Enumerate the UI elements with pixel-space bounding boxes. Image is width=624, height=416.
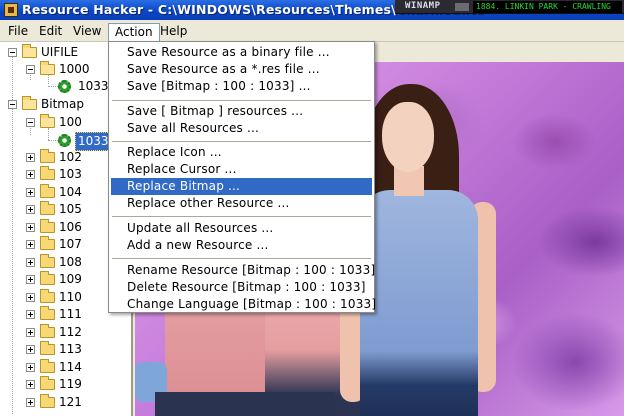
menu-separator [112,216,371,217]
menu-item-replace-icon[interactable]: Replace Icon ... [111,144,372,161]
tree-label: 114 [59,360,82,374]
tree-label: 100 [59,115,82,129]
tree-label: 108 [59,255,82,269]
tree-label: 103 [59,167,82,181]
winamp-player[interactable]: WINAMP 1884. LINKIN PARK - CRAWLING [395,0,624,14]
folder-open-icon [40,61,55,75]
tree-node-folder[interactable]: 114 [0,359,131,376]
tree-label: 110 [59,290,82,304]
folder-icon [40,236,55,250]
folder-icon [40,201,55,215]
menu-view[interactable]: View [67,22,107,40]
menu-action[interactable]: Action [108,23,160,42]
expand-icon[interactable] [26,293,35,302]
photo-face [382,102,434,172]
expand-icon[interactable] [26,223,35,232]
menu-separator [112,100,371,101]
folder-icon [40,341,55,355]
folder-icon [40,271,55,285]
gear-resource-icon [58,80,71,93]
menu-item-add-new[interactable]: Add a new Resource ... [111,237,372,254]
expand-icon[interactable] [26,188,35,197]
menu-help[interactable]: Help [154,22,193,40]
menu-item-change-language[interactable]: Change Language [Bitmap : 100 : 1033] [111,296,376,313]
folder-icon [40,219,55,233]
tree-label: 107 [59,237,82,251]
collapse-icon[interactable] [26,65,35,74]
tree-label: 102 [59,150,82,164]
expand-icon[interactable] [26,275,35,284]
tree-node-folder[interactable]: 119 [0,376,131,393]
folder-open-icon [40,114,55,128]
folder-open-icon [22,44,37,58]
folder-icon [40,166,55,180]
expand-icon[interactable] [26,205,35,214]
folder-icon [40,324,55,338]
action-menu-dropdown: Save Resource as a binary file ... Save … [108,41,376,313]
tree-label: 1033 [78,79,109,93]
folder-icon [40,254,55,268]
tree-label: 119 [59,377,82,391]
tree-label: 113 [59,342,82,356]
folder-icon [40,149,55,163]
tree-node-folder[interactable]: 121 [0,394,131,411]
expand-icon[interactable] [26,153,35,162]
menu-item-save-bitmap[interactable]: Save [Bitmap : 100 : 1033] ... [111,78,372,95]
expand-icon[interactable] [26,328,35,337]
tree-node-folder[interactable]: 112 [0,324,131,341]
tree-label: 104 [59,185,82,199]
menu-file[interactable]: File [2,22,34,40]
folder-icon [40,289,55,303]
winamp-logo: WINAMP [405,1,441,11]
winamp-controls-icon[interactable] [455,3,469,11]
collapse-icon[interactable] [26,118,35,127]
expand-icon[interactable] [26,310,35,319]
resource-hacker-app-icon[interactable] [4,3,18,17]
folder-open-icon [22,96,37,110]
tree-label: 1000 [59,62,90,76]
expand-icon[interactable] [26,380,35,389]
folder-icon [40,376,55,390]
photo-jeans [155,392,335,416]
menu-item-save-res[interactable]: Save Resource as a *.res file ... [111,61,372,78]
tree-label: 106 [59,220,82,234]
gear-resource-icon [58,134,71,147]
expand-icon[interactable] [26,240,35,249]
menu-item-replace-cursor[interactable]: Replace Cursor ... [111,161,372,178]
menu-item-replace-other[interactable]: Replace other Resource ... [111,195,372,212]
tree-label: UIFILE [41,45,79,59]
folder-icon [40,359,55,373]
tree-label: 111 [59,307,82,321]
menu-separator [112,258,371,259]
winamp-track-display: 1884. LINKIN PARK - CRAWLING [473,1,622,13]
menu-item-save-all[interactable]: Save all Resources ... [111,120,372,137]
menu-item-replace-bitmap[interactable]: Replace Bitmap ... [111,178,372,195]
collapse-icon[interactable] [8,100,17,109]
tree-label: Bitmap [41,97,84,111]
tree-node-folder[interactable]: 113 [0,341,131,358]
tree-label: 121 [59,395,82,409]
menu-item-rename[interactable]: Rename Resource [Bitmap : 100 : 1033] [111,262,375,279]
tree-label: 105 [59,202,82,216]
photo-figure-right [360,190,478,416]
expand-icon[interactable] [26,345,35,354]
menu-bar: File Edit View Action Help [0,20,624,42]
tree-label: 112 [59,325,82,339]
expand-icon[interactable] [26,363,35,372]
folder-icon [40,184,55,198]
tree-label: 109 [59,272,82,286]
folder-icon [40,394,55,408]
menu-separator [112,141,371,142]
collapse-icon[interactable] [8,48,17,57]
folder-icon [40,306,55,320]
menu-item-save-binary[interactable]: Save Resource as a binary file ... [111,44,372,61]
expand-icon[interactable] [26,170,35,179]
expand-icon[interactable] [26,258,35,267]
expand-icon[interactable] [26,398,35,407]
menu-edit[interactable]: Edit [33,22,68,40]
menu-item-delete[interactable]: Delete Resource [Bitmap : 100 : 1033] [111,279,372,296]
menu-item-update-all[interactable]: Update all Resources ... [111,220,372,237]
menu-item-save-bitmap-resources[interactable]: Save [ Bitmap ] resources ... [111,103,372,120]
